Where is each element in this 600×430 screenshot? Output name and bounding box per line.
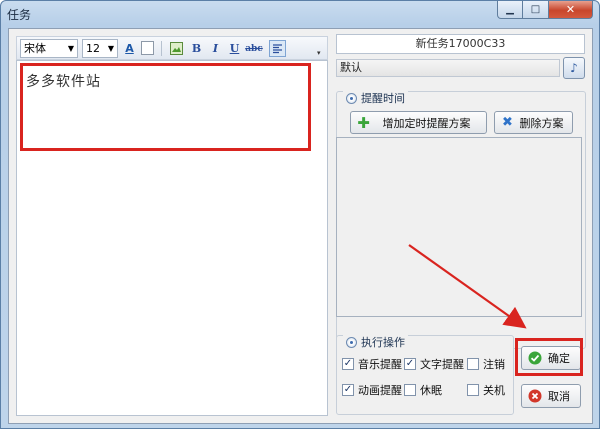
sound-field[interactable]: 默认	[336, 59, 560, 77]
underline-button[interactable]: U	[226, 40, 243, 57]
shutdown-checkbox[interactable]: 关机	[467, 382, 505, 398]
plus-icon: ✚	[357, 113, 370, 132]
checkbox-label: 关机	[483, 384, 505, 397]
add-reminder-button[interactable]: ✚ 增加定时提醒方案	[350, 111, 487, 134]
group-bullet-icon	[346, 336, 357, 348]
checkbox-label: 动画提醒	[358, 384, 402, 397]
checkbox-label: 文字提醒	[420, 358, 464, 371]
italic-button[interactable]: I	[207, 40, 224, 57]
font-color-button[interactable]: A	[121, 40, 138, 57]
maximize-button[interactable]: □	[523, 1, 549, 19]
checkbox-box	[404, 384, 416, 396]
checkbox-label: 注销	[483, 358, 505, 371]
checkbox-box	[467, 358, 479, 370]
checkbox-label: 音乐提醒	[358, 358, 402, 371]
chevron-down-icon: ▼	[67, 44, 74, 53]
format-toolbar: 宋体 ▼ 12 ▼ A B I U abc ▾	[16, 36, 328, 60]
title-bar[interactable]: 任务 ▁ □ ✕	[1, 1, 599, 25]
color-swatch[interactable]	[141, 41, 154, 55]
strikethrough-button[interactable]: abc	[244, 40, 264, 57]
bold-button[interactable]: B	[188, 40, 205, 57]
task-window: 任务 ▁ □ ✕ 宋体 ▼ 12 ▼ A B I U abc ▾ 多多软件站 新…	[0, 0, 600, 429]
font-family-value: 宋体	[24, 42, 46, 55]
delete-scheme-label: 删除方案	[519, 116, 564, 130]
align-left-button[interactable]	[269, 40, 286, 57]
chevron-down-icon: ▼	[107, 44, 114, 53]
toolbar-overflow-icon[interactable]: ▾	[317, 49, 321, 57]
font-family-select[interactable]: 宋体 ▼	[20, 39, 78, 58]
cancel-button[interactable]: 取消	[521, 384, 581, 408]
actions-group: 执行操作	[336, 334, 514, 415]
reminder-time-header: 提醒时间	[343, 90, 408, 106]
checkbox-box: ✓	[342, 358, 354, 370]
reminder-time-title: 提醒时间	[361, 92, 405, 105]
logout-checkbox[interactable]: 注销	[467, 356, 505, 372]
caption-buttons: ▁ □ ✕	[497, 1, 593, 19]
actions-header: 执行操作	[343, 334, 408, 350]
delete-x-icon: ✖	[502, 115, 513, 130]
ok-highlight-box	[515, 338, 583, 376]
music-reminder-checkbox[interactable]: ✓ 音乐提醒	[342, 356, 402, 372]
toolbar-separator	[161, 41, 162, 56]
image-icon[interactable]	[168, 40, 185, 57]
window-client-area: 宋体 ▼ 12 ▼ A B I U abc ▾ 多多软件站 新任务17000C3…	[8, 28, 593, 424]
minimize-button[interactable]: ▁	[497, 1, 523, 19]
checkbox-box: ✓	[404, 358, 416, 370]
add-reminder-label: 增加定时提醒方案	[382, 116, 471, 130]
actions-title: 执行操作	[361, 336, 405, 349]
font-size-value: 12	[86, 42, 100, 55]
align-left-icon	[273, 44, 282, 54]
music-note-icon[interactable]: ♪	[563, 57, 585, 79]
font-size-select[interactable]: 12 ▼	[82, 39, 118, 58]
delete-scheme-button[interactable]: ✖ 删除方案	[494, 111, 573, 134]
checkbox-box: ✓	[342, 384, 354, 396]
window-title: 任务	[7, 8, 32, 22]
animation-reminder-checkbox[interactable]: ✓ 动画提醒	[342, 382, 402, 398]
text-reminder-checkbox[interactable]: ✓ 文字提醒	[404, 356, 464, 372]
reminder-list[interactable]	[336, 137, 582, 317]
checkbox-box	[467, 384, 479, 396]
group-bullet-icon	[346, 92, 357, 104]
task-name-field[interactable]: 新任务17000C33	[336, 34, 585, 54]
sleep-checkbox[interactable]: 休眠	[404, 382, 442, 398]
close-button[interactable]: ✕	[549, 1, 593, 19]
checkbox-label: 休眠	[420, 384, 442, 397]
content-highlight-box	[20, 63, 311, 151]
cancel-label: 取消	[548, 390, 570, 403]
cancel-x-icon	[527, 389, 542, 404]
